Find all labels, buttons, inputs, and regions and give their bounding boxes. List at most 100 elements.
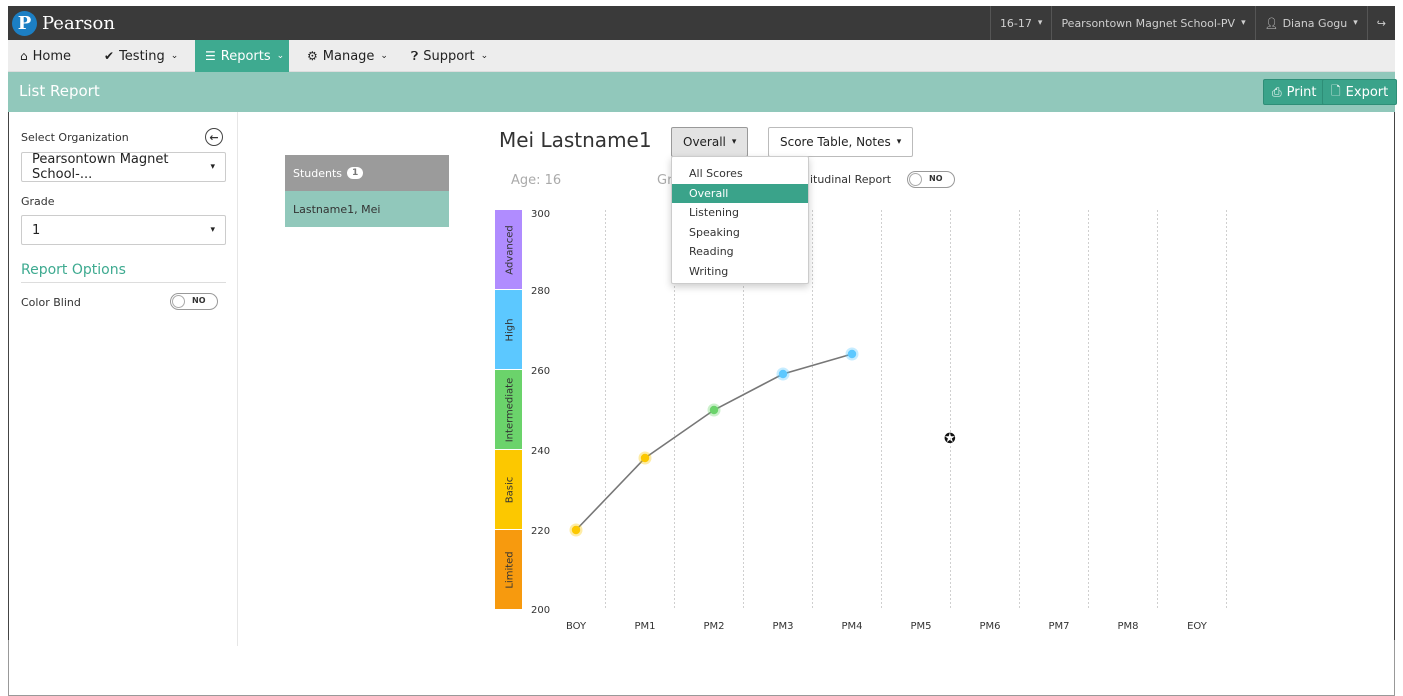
- toggle-knob: [909, 173, 922, 186]
- app-window: P Pearson 16-17 ▾ Pearsontown Magnet Sch…: [8, 6, 1398, 696]
- org-label: Select Organization: [21, 131, 129, 144]
- file-icon: 🗋︎: [1331, 83, 1341, 98]
- y-tick-label: 280: [531, 286, 550, 297]
- nav-testing-label: Testing: [119, 48, 165, 64]
- menu-item-all-scores[interactable]: All Scores: [672, 164, 808, 183]
- user-name: Diana Gogu: [1282, 16, 1348, 30]
- x-tick-label: PM7: [1048, 621, 1069, 632]
- score-type-dropdown[interactable]: Overall ▾: [671, 127, 749, 157]
- score-chart: Limited Basic Intermediate High Advanced 200 2…: [495, 209, 1227, 632]
- student-heading: Mei Lastname1: [499, 128, 652, 152]
- menu-item-writing[interactable]: Writing: [672, 262, 808, 281]
- collapse-back-icon[interactable]: ←: [205, 128, 223, 146]
- chevron-down-icon: ⌄: [170, 51, 179, 61]
- nav-manage[interactable]: ⚙ Manage ⌄: [297, 40, 398, 72]
- toggle-state: NO: [192, 296, 206, 305]
- export-button[interactable]: 🗋︎ Export: [1322, 79, 1398, 105]
- brand-name: Pearson: [42, 12, 115, 34]
- series-line: [575, 353, 853, 531]
- print-icon: ⎙: [1272, 84, 1282, 99]
- nav-manage-label: Manage: [322, 48, 375, 64]
- caret-down-icon: ▾: [210, 162, 215, 172]
- logo-icon: P: [12, 10, 37, 36]
- grade-select[interactable]: 1 ▾: [21, 215, 226, 245]
- home-icon: ⌂: [20, 49, 28, 63]
- score-type-menu: All Scores Overall Listening Speaking Readin…: [671, 156, 809, 284]
- print-label: Print: [1286, 84, 1317, 100]
- x-tick-label: PM5: [910, 621, 931, 632]
- grade-label: Grade: [21, 195, 55, 208]
- gears-icon: ⚙: [307, 49, 318, 63]
- list-icon: ☰: [205, 49, 216, 63]
- y-tick-label: 300: [531, 209, 550, 220]
- y-tick-label: 220: [531, 526, 550, 537]
- chevron-down-icon: ⌄: [276, 51, 285, 61]
- report-title-bar: List Report ⎙ Print 🗋︎ Export: [8, 72, 1398, 112]
- students-count-badge: 1: [347, 167, 364, 179]
- view-dropdown[interactable]: Score Table, Notes ▾: [768, 127, 914, 157]
- student-age: Age: 16: [511, 173, 562, 188]
- menu-item-reading[interactable]: Reading: [672, 242, 808, 261]
- color-blind-label: Color Blind: [21, 296, 81, 309]
- band-label: Advanced: [505, 225, 516, 274]
- band-label: Limited: [505, 551, 516, 588]
- grade-value: 1: [32, 222, 41, 238]
- band-label: High: [505, 319, 516, 342]
- students-header: Students 1: [285, 155, 449, 191]
- caret-down-icon: ▾: [896, 137, 902, 147]
- cursor-icon: ✪: [944, 431, 956, 447]
- data-point: [709, 405, 719, 415]
- year-selector[interactable]: 16-17 ▾: [989, 6, 1052, 40]
- student-list-item[interactable]: Lastname1, Mei: [285, 191, 449, 227]
- nav-support[interactable]: ❓︎ Support ⌄: [401, 40, 498, 72]
- nav-home[interactable]: ⌂ Home: [10, 40, 81, 72]
- nav-support-label: Support: [423, 48, 475, 64]
- caret-down-icon: ▾: [1037, 18, 1043, 28]
- nav-testing[interactable]: ✔ Testing ⌄: [94, 40, 188, 72]
- student-name: Lastname1, Mei: [293, 202, 381, 216]
- menu-item-overall[interactable]: Overall: [672, 183, 808, 203]
- data-point: [640, 453, 650, 463]
- menu-item-listening[interactable]: Listening: [672, 203, 808, 222]
- data-point: [778, 369, 788, 379]
- longitudinal-toggle[interactable]: NO: [907, 171, 955, 188]
- x-tick-label: EOY: [1187, 621, 1208, 632]
- y-tick-label: 200: [531, 605, 550, 616]
- score-type-label: Overall: [683, 135, 726, 149]
- school-label: Pearsontown Magnet School-PV: [1061, 16, 1236, 30]
- user-menu[interactable]: 👤︎ Diana Gogu ▾: [1254, 6, 1367, 40]
- band-label: Basic: [505, 477, 516, 503]
- band-label: Intermediate: [505, 378, 516, 443]
- toggle-knob: [172, 295, 185, 308]
- sign-out-button[interactable]: ↪: [1366, 6, 1395, 40]
- color-blind-toggle[interactable]: NO: [170, 293, 218, 310]
- check-icon: ✔: [104, 49, 115, 63]
- nav-home-label: Home: [32, 48, 72, 64]
- chevron-down-icon: ⌄: [480, 51, 489, 61]
- x-tick-label: BOY: [566, 621, 587, 632]
- year-label: 16-17: [999, 16, 1032, 30]
- page-title: List Report: [19, 82, 100, 100]
- caret-down-icon: ▾: [210, 225, 215, 235]
- y-tick-label: 260: [531, 366, 550, 377]
- longitudinal-label: ngitudinal Report: [796, 173, 892, 186]
- user-icon: 👤︎: [1264, 16, 1279, 30]
- nav-reports[interactable]: ☰ Reports ⌄: [195, 40, 289, 72]
- chevron-down-icon: ⌄: [380, 51, 388, 61]
- caret-down-icon: ▾: [1353, 18, 1358, 28]
- x-tick-label: PM4: [841, 621, 862, 632]
- print-button[interactable]: ⎙ Print: [1263, 79, 1326, 105]
- organization-select[interactable]: Pearsontown Magnet School-... ▾: [21, 152, 226, 182]
- caret-down-icon: ▾: [731, 137, 737, 147]
- students-label: Students: [293, 166, 343, 180]
- org-value: Pearsontown Magnet School-...: [32, 152, 169, 182]
- pearson-logo[interactable]: P Pearson: [12, 10, 115, 36]
- question-icon: ❓︎: [411, 48, 419, 63]
- toggle-state: NO: [929, 174, 943, 183]
- school-selector[interactable]: Pearsontown Magnet School-PV ▾: [1051, 6, 1254, 40]
- x-tick-label: PM1: [634, 621, 655, 632]
- menu-item-speaking[interactable]: Speaking: [672, 223, 808, 242]
- y-tick-label: 240: [531, 446, 550, 457]
- x-tick-label: PM8: [1117, 621, 1138, 632]
- sign-out-icon: ↪: [1376, 16, 1386, 30]
